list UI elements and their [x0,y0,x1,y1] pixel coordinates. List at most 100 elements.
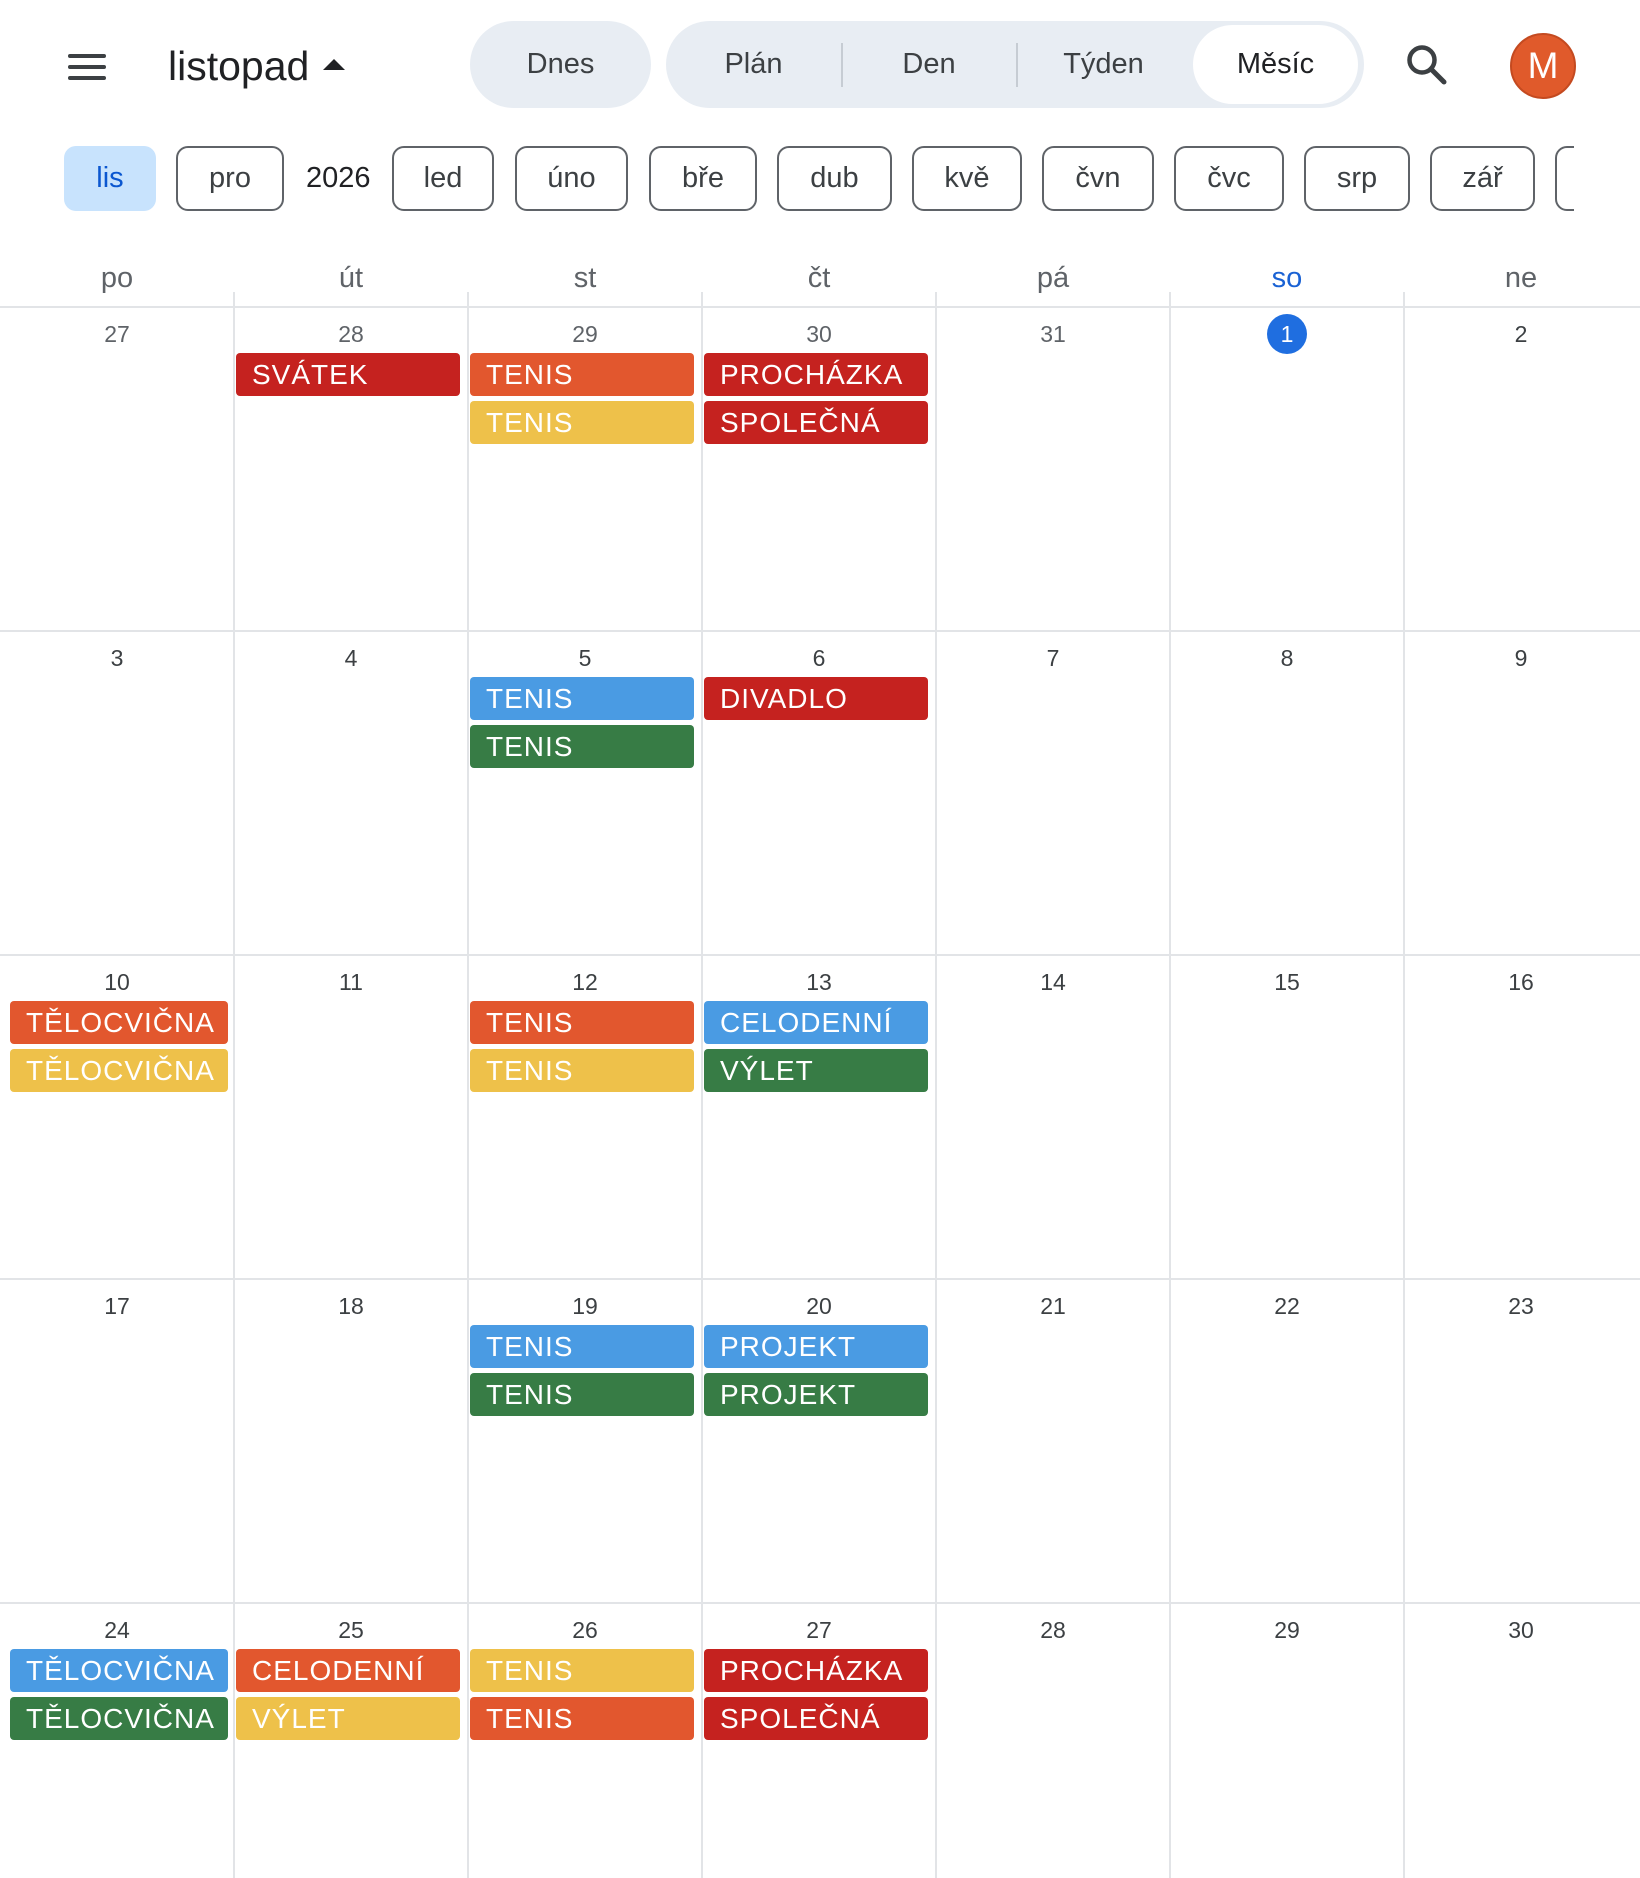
event-chip[interactable]: TENIS [470,1373,694,1416]
day-cell[interactable]: 28 SVÁTEK [234,306,468,630]
day-number[interactable]: 2 [1404,316,1638,352]
event-chip[interactable]: PROCHÁZKA [704,353,928,396]
day-number[interactable]: 25 [234,1612,468,1648]
day-number[interactable]: 13 [702,964,936,1000]
month-selector[interactable]: listopad [168,38,346,94]
event-chip[interactable]: TENIS [470,677,694,720]
menu-icon[interactable] [60,40,114,94]
day-number[interactable]: 5 [468,640,702,676]
today-button[interactable]: Dnes [470,21,651,108]
day-number[interactable]: 18 [234,1288,468,1324]
day-number[interactable]: 22 [1170,1288,1404,1324]
day-cell[interactable]: 19 TENIS TENIS [468,1278,702,1602]
day-number[interactable]: 6 [702,640,936,676]
day-cell[interactable]: 3 [0,630,234,954]
day-number[interactable]: 11 [234,964,468,1000]
day-number[interactable]: 29 [1170,1612,1404,1648]
event-chip[interactable]: TĚLOCVIČNA [10,1049,228,1092]
event-chip[interactable]: CELODENNÍ [704,1001,928,1044]
day-cell[interactable]: 1 [1170,306,1404,630]
event-chip[interactable]: DIVADLO [704,677,928,720]
event-chip[interactable]: TENIS [470,1049,694,1092]
event-chip[interactable]: TENIS [470,725,694,768]
day-number[interactable]: 26 [468,1612,702,1648]
day-cell[interactable]: 10 TĚLOCVIČNA TĚLOCVIČNA [0,954,234,1278]
month-chip-lis[interactable]: lis [64,146,156,211]
month-chip-srp[interactable]: srp [1304,146,1410,211]
event-chip[interactable]: TENIS [470,1325,694,1368]
event-chip[interactable]: TENIS [470,1649,694,1692]
day-number[interactable]: 8 [1170,640,1404,676]
month-chip-cvn[interactable]: čvn [1042,146,1154,211]
day-cell[interactable]: 6 DIVADLO [702,630,936,954]
day-number[interactable]: 10 [0,964,234,1000]
event-chip[interactable]: TENIS [470,353,694,396]
day-cell[interactable]: 29 TENIS TENIS [468,306,702,630]
day-number[interactable]: 21 [936,1288,1170,1324]
view-plan-button[interactable]: Plán [666,21,841,108]
day-cell[interactable]: 30 PROCHÁZKA SPOLEČNÁ [702,306,936,630]
event-chip[interactable]: SPOLEČNÁ [704,401,928,444]
event-chip[interactable]: PROJEKT [704,1325,928,1368]
view-week-button[interactable]: Týden [1017,21,1190,108]
day-number[interactable]: 23 [1404,1288,1638,1324]
event-chip[interactable]: PROCHÁZKA [704,1649,928,1692]
day-number[interactable]: 14 [936,964,1170,1000]
day-number[interactable]: 31 [936,316,1170,352]
day-cell[interactable]: 2 [1404,306,1638,630]
day-number[interactable]: 16 [1404,964,1638,1000]
month-chip-kve[interactable]: kvě [912,146,1022,211]
month-chip-pro[interactable]: pro [176,146,284,211]
day-cell[interactable]: 28 [936,1602,1170,1878]
day-number[interactable]: 27 [0,316,234,352]
event-chip[interactable]: SPOLEČNÁ [704,1697,928,1740]
day-cell[interactable]: 12 TENIS TENIS [468,954,702,1278]
day-number[interactable]: 30 [702,316,936,352]
day-number[interactable]: 15 [1170,964,1404,1000]
event-chip[interactable]: SVÁTEK [236,353,460,396]
day-number[interactable]: 1 [1170,314,1404,354]
day-number[interactable]: 27 [702,1612,936,1648]
event-chip[interactable]: TENIS [470,1001,694,1044]
day-cell[interactable]: 16 [1404,954,1638,1278]
day-number[interactable]: 12 [468,964,702,1000]
month-chip-partial[interactable] [1555,146,1574,211]
day-number[interactable]: 24 [0,1612,234,1648]
day-number[interactable]: 17 [0,1288,234,1324]
view-day-button[interactable]: Den [842,21,1016,108]
event-chip[interactable]: CELODENNÍ [236,1649,460,1692]
day-cell[interactable]: 14 [936,954,1170,1278]
day-cell[interactable]: 27 PROCHÁZKA SPOLEČNÁ [702,1602,936,1878]
month-chip-cvc[interactable]: čvc [1174,146,1284,211]
event-chip[interactable]: VÝLET [236,1697,460,1740]
day-number[interactable]: 29 [468,316,702,352]
month-chip-dub[interactable]: dub [777,146,892,211]
day-cell[interactable]: 18 [234,1278,468,1602]
event-chip[interactable]: TĚLOCVIČNA [10,1697,228,1740]
day-number[interactable]: 28 [234,316,468,352]
day-cell[interactable]: 9 [1404,630,1638,954]
event-chip[interactable]: TĚLOCVIČNA [10,1649,228,1692]
day-number[interactable]: 3 [0,640,234,676]
day-cell[interactable]: 4 [234,630,468,954]
day-number[interactable]: 28 [936,1612,1170,1648]
day-cell[interactable]: 7 [936,630,1170,954]
event-chip[interactable]: PROJEKT [704,1373,928,1416]
event-chip[interactable]: TĚLOCVIČNA [10,1001,228,1044]
day-number[interactable]: 20 [702,1288,936,1324]
event-chip[interactable]: TENIS [470,1697,694,1740]
day-cell[interactable]: 13 CELODENNÍ VÝLET [702,954,936,1278]
day-cell[interactable]: 23 [1404,1278,1638,1602]
day-cell[interactable]: 20 PROJEKT PROJEKT [702,1278,936,1602]
view-month-button[interactable]: Měsíc [1193,25,1358,104]
event-chip[interactable]: VÝLET [704,1049,928,1092]
day-cell[interactable]: 11 [234,954,468,1278]
day-cell[interactable]: 30 [1404,1602,1638,1878]
day-cell[interactable]: 27 [0,306,234,630]
day-cell[interactable]: 22 [1170,1278,1404,1602]
day-cell[interactable]: 8 [1170,630,1404,954]
month-chip-zar[interactable]: zář [1430,146,1535,211]
day-number[interactable]: 9 [1404,640,1638,676]
day-cell[interactable]: 29 [1170,1602,1404,1878]
day-number[interactable]: 7 [936,640,1170,676]
